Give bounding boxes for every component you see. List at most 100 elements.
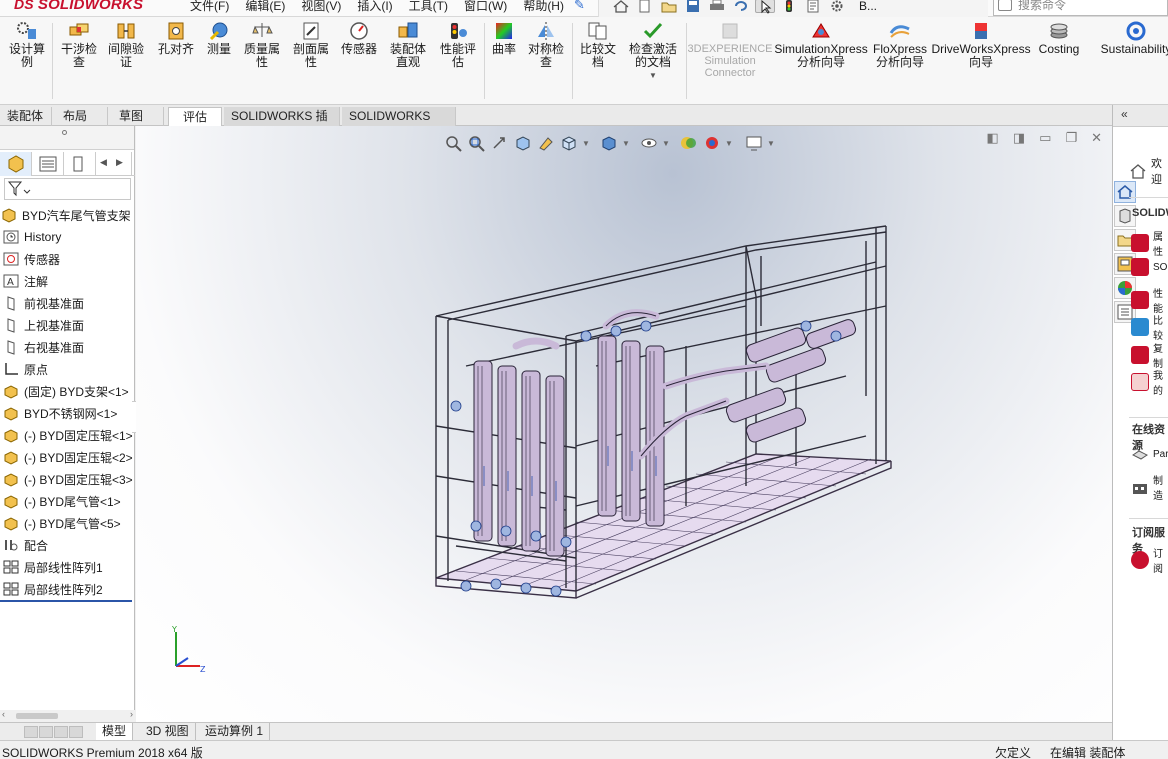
- pin-menu-icon[interactable]: ✎: [574, 0, 585, 13]
- hole-alignment-button[interactable]: 孔对齐: [154, 21, 198, 56]
- dropdown-caret-icon[interactable]: ▼: [582, 139, 590, 148]
- graphics-area[interactable]: ▼ ▼ ▼ ▼ ▼ ◧ ◨ ▭ ❐ ✕ Y Z: [136, 126, 1112, 722]
- tab-evaluate[interactable]: 评估: [168, 107, 222, 126]
- section-view-icon[interactable]: [513, 134, 533, 152]
- task-item[interactable]: Partner: [1131, 445, 1168, 463]
- performance-evaluation-button[interactable]: 性能评估: [436, 21, 480, 69]
- dropdown-caret-icon[interactable]: ▼: [649, 69, 657, 82]
- tab-sketch[interactable]: 草图: [112, 107, 164, 126]
- assemblyxpert-button[interactable]: 装配体直观: [386, 21, 430, 69]
- restore-icon[interactable]: ❐: [1065, 130, 1077, 146]
- options-gear-icon[interactable]: [827, 0, 847, 13]
- scroll-left-icon[interactable]: ‹: [2, 709, 5, 719]
- tab-solidworks-mbd[interactable]: SOLIDWORKS MBD: [342, 107, 456, 141]
- tree-root-assembly[interactable]: BYD汽车尾气管支架（默认: [0, 204, 135, 226]
- dropdown-caret-icon[interactable]: ▼: [622, 139, 630, 148]
- tree-item-origin[interactable]: 原点: [0, 358, 135, 380]
- dropdown-caret-icon[interactable]: ▼: [662, 139, 670, 148]
- task-item[interactable]: 订阅: [1131, 545, 1168, 575]
- section-properties-button[interactable]: 剖面属性: [289, 21, 333, 69]
- task-item[interactable]: 复制: [1131, 340, 1168, 370]
- undo-icon[interactable]: [731, 0, 751, 13]
- tree-item-component[interactable]: BYD不锈钢网<1>: [0, 402, 135, 424]
- tile-right-icon[interactable]: ◨: [1013, 130, 1025, 146]
- scroll-right-icon[interactable]: ›: [130, 709, 133, 719]
- dropdown-caret-icon[interactable]: ▼: [725, 139, 733, 148]
- exhaust-pipe-rack-model[interactable]: [426, 186, 896, 606]
- solidworks-logo[interactable]: DS SOLIDWORKS: [14, 0, 143, 13]
- tree-item-sensors[interactable]: 传感器: [0, 248, 135, 270]
- panel-tab-scroll[interactable]: ◀ ▶: [96, 152, 132, 176]
- tree-item-annotations[interactable]: A 注解: [0, 270, 135, 292]
- panel-splitter[interactable]: [0, 126, 134, 150]
- menu-edit[interactable]: 编辑(E): [237, 0, 293, 14]
- tree-filter[interactable]: [4, 178, 131, 200]
- tile-left-icon[interactable]: ◧: [987, 130, 999, 146]
- propertymanager-tab[interactable]: [32, 152, 64, 176]
- task-item[interactable]: 制造: [1131, 472, 1168, 502]
- interference-detection-button[interactable]: 干涉检查: [57, 21, 101, 69]
- tree-item-mates[interactable]: 配合: [0, 534, 135, 556]
- clearance-verification-button[interactable]: 间隙验证: [104, 21, 148, 69]
- dynamic-annotation-icon[interactable]: [536, 134, 556, 152]
- tree-item-pattern[interactable]: 局部线性阵列2: [0, 578, 135, 600]
- scroll-left-icon[interactable]: ◀: [100, 157, 107, 168]
- scrollbar-thumb[interactable]: [16, 713, 58, 719]
- tab-solidworks-addins[interactable]: SOLIDWORKS 插件: [224, 107, 340, 141]
- measure-button[interactable]: 测量: [202, 21, 236, 56]
- tree-item-pattern[interactable]: 局部线性阵列1: [0, 556, 135, 578]
- last-tab-icon[interactable]: [69, 726, 83, 738]
- design-study-button[interactable]: 设计算例: [6, 21, 48, 69]
- tree-horizontal-scrollbar[interactable]: ‹ ›: [0, 709, 135, 722]
- zoom-to-fit-icon[interactable]: [444, 134, 464, 152]
- menu-insert[interactable]: 插入(I): [349, 0, 400, 14]
- display-style-icon[interactable]: [599, 134, 619, 152]
- tab-model[interactable]: 模型: [96, 723, 134, 740]
- menu-help[interactable]: 帮助(H): [515, 0, 572, 14]
- solidworks-resources-tab[interactable]: [1114, 181, 1136, 203]
- driveworksxpress-button[interactable]: DriveWorksXpress 向导: [931, 21, 1031, 69]
- tab-layout[interactable]: 布局: [56, 107, 108, 126]
- symmetry-check-button[interactable]: 对称检查: [524, 21, 568, 69]
- minimize-icon[interactable]: ▭: [1039, 130, 1051, 146]
- search-commands-input[interactable]: 搜索命令: [993, 0, 1168, 16]
- task-item[interactable]: 属性: [1131, 228, 1168, 258]
- select-cursor-icon[interactable]: [755, 0, 775, 14]
- simulationxpress-button[interactable]: SimulationXpress 分析向导: [774, 21, 868, 69]
- view-orientation-icon[interactable]: [559, 134, 579, 152]
- new-document-icon[interactable]: [635, 0, 655, 13]
- task-item[interactable]: 性能: [1131, 285, 1168, 315]
- sustainability-button[interactable]: Sustainability: [1098, 21, 1168, 56]
- mass-properties-button[interactable]: 质量属性: [240, 21, 284, 69]
- dropdown-caret-icon[interactable]: ▼: [767, 139, 775, 148]
- apply-scene-icon[interactable]: [702, 134, 722, 152]
- rollback-bar[interactable]: [0, 600, 132, 602]
- tree-item-top-plane[interactable]: 上视基准面: [0, 314, 135, 336]
- tree-item-component[interactable]: (-) BYD尾气管<5>: [0, 512, 135, 534]
- file-properties-icon[interactable]: [803, 0, 823, 13]
- floxpress-button[interactable]: FloXpress 分析向导: [872, 21, 928, 69]
- previous-tab-icon[interactable]: [39, 726, 53, 738]
- next-tab-icon[interactable]: [54, 726, 68, 738]
- rebuild-icon[interactable]: [779, 0, 799, 13]
- featuremanager-tab[interactable]: [0, 152, 32, 176]
- tree-item-component[interactable]: (-) BYD固定压辊<3>: [0, 468, 135, 490]
- menu-window[interactable]: 窗口(W): [456, 0, 515, 14]
- compare-documents-button[interactable]: 比较文档: [576, 21, 620, 69]
- collapse-pane-icon[interactable]: «: [1121, 107, 1128, 121]
- tab-assembly[interactable]: 装配体: [0, 107, 52, 126]
- menu-file[interactable]: 文件(F): [182, 0, 237, 14]
- first-tab-icon[interactable]: [24, 726, 38, 738]
- tab-3d-views[interactable]: 3D 视图: [140, 723, 196, 740]
- print-icon[interactable]: [707, 0, 727, 13]
- configurationmanager-tab[interactable]: [64, 152, 96, 176]
- tab-motion-study[interactable]: 运动算例 1: [199, 723, 271, 740]
- quickbar-label[interactable]: B...: [859, 0, 877, 13]
- sensor-button[interactable]: 传感器: [338, 21, 380, 56]
- save-icon[interactable]: [683, 0, 703, 13]
- task-item[interactable]: 我的: [1131, 367, 1168, 397]
- home-icon[interactable]: [611, 0, 631, 13]
- splitter-handle-icon[interactable]: [62, 130, 67, 135]
- curvature-button[interactable]: 曲率: [488, 21, 520, 56]
- hide-show-items-icon[interactable]: [639, 134, 659, 152]
